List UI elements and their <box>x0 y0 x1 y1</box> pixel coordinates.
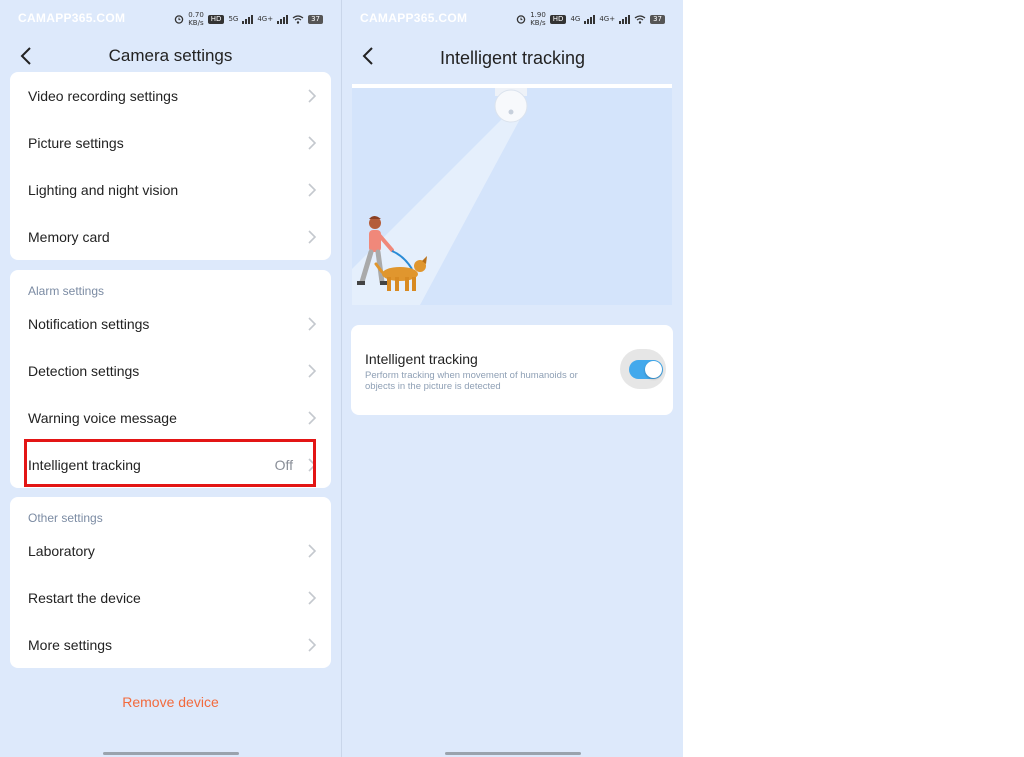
list-item-restart-device[interactable]: Restart the device <box>10 574 331 621</box>
tracking-illustration <box>352 84 672 305</box>
signal-icon <box>584 14 596 24</box>
camera-settings-screen: CAMAPP365.COM 0.70 KB/s HD 5G 4G+ 37 Came… <box>0 0 341 757</box>
hd-badge: HD <box>207 14 225 24</box>
list-item-laboratory[interactable]: Laboratory <box>10 527 331 574</box>
tracking-toggle-card: Intelligent tracking Perform tracking wh… <box>351 325 673 415</box>
other-settings-card: Other settings Laboratory Restart the de… <box>10 497 331 668</box>
alarm-settings-card: Alarm settings Notification settings Det… <box>10 270 331 488</box>
network-label-2: 4G+ <box>599 15 616 23</box>
chevron-right-icon <box>308 88 317 103</box>
page-title: Intelligent tracking <box>439 48 586 68</box>
toggle-title: Intelligent tracking <box>365 351 478 367</box>
page-title: Camera settings <box>108 46 233 65</box>
wifi-icon <box>634 14 646 24</box>
list-item-label: Notification settings <box>28 315 150 332</box>
toggle-description: Perform tracking when movement of humano… <box>365 370 578 392</box>
watermark: CAMAPP365.COM <box>360 11 468 25</box>
network-label: 5G <box>228 15 239 23</box>
list-item-label: Warning voice message <box>28 409 177 426</box>
tracking-illustration-art <box>352 84 672 305</box>
general-settings-card: Video recording settings Picture setting… <box>10 72 331 260</box>
intelligent-tracking-toggle[interactable] <box>629 360 663 379</box>
status-bar: CAMAPP365.COM 1.90 KB/s HD 4G 4G+ 37 <box>342 0 683 34</box>
list-item-label: Laboratory <box>28 542 95 559</box>
list-item-video-recording-settings[interactable]: Video recording settings <box>10 72 331 119</box>
intelligent-tracking-screen: CAMAPP365.COM 1.90 KB/s HD 4G 4G+ 37 Inte… <box>342 0 683 757</box>
chevron-right-icon <box>308 637 317 652</box>
network-label: 4G <box>570 15 581 23</box>
section-header-alarm: Alarm settings <box>28 284 105 298</box>
list-item-memory-card[interactable]: Memory card <box>10 213 331 260</box>
home-indicator[interactable] <box>102 752 239 755</box>
list-item-value: Off <box>274 456 293 473</box>
list-item-notification-settings[interactable]: Notification settings <box>10 300 331 347</box>
list-item-detection-settings[interactable]: Detection settings <box>10 347 331 394</box>
list-item-label: Detection settings <box>28 362 140 379</box>
chevron-right-icon <box>308 590 317 605</box>
signal-icon <box>277 14 289 24</box>
status-bar: CAMAPP365.COM 0.70 KB/s HD 5G 4G+ 37 <box>0 0 341 34</box>
list-item-label: Picture settings <box>28 134 124 151</box>
chevron-right-icon <box>308 363 317 378</box>
speed-readout: 0.70 KB/s <box>188 11 204 27</box>
toggle-knob <box>645 361 662 378</box>
chevron-right-icon <box>308 316 317 331</box>
home-indicator[interactable] <box>444 752 581 755</box>
list-item-intelligent-tracking[interactable]: Intelligent tracking Off <box>10 441 331 488</box>
list-item-more-settings[interactable]: More settings <box>10 621 331 668</box>
list-item-label: More settings <box>28 636 113 653</box>
chevron-right-icon <box>308 410 317 425</box>
camera-icon <box>494 88 528 123</box>
list-item-label: Video recording settings <box>28 87 178 104</box>
chevron-right-icon <box>308 182 317 197</box>
battery-icon: 37 <box>650 14 665 24</box>
alarm-icon <box>174 15 184 24</box>
nav-bar: Camera settings <box>0 36 341 76</box>
chevron-right-icon <box>308 135 317 150</box>
nav-bar: Intelligent tracking <box>342 36 683 76</box>
list-item-picture-settings[interactable]: Picture settings <box>10 119 331 166</box>
watermark: CAMAPP365.COM <box>18 11 126 25</box>
chevron-right-icon <box>308 229 317 244</box>
wifi-icon <box>292 14 304 24</box>
section-header-other: Other settings <box>28 511 103 525</box>
signal-icon <box>242 14 254 24</box>
speed-readout: 1.90 KB/s <box>530 11 546 27</box>
list-item-warning-voice-message[interactable]: Warning voice message <box>10 394 331 441</box>
remove-device-button[interactable]: Remove device <box>0 694 341 710</box>
signal-icon <box>619 14 631 24</box>
list-item-lighting-night-vision[interactable]: Lighting and night vision <box>10 166 331 213</box>
alarm-icon <box>516 15 526 24</box>
network-label-2: 4G+ <box>257 15 274 23</box>
list-item-label: Memory card <box>28 228 110 245</box>
hd-badge: HD <box>549 14 567 24</box>
battery-icon: 37 <box>308 14 323 24</box>
chevron-right-icon <box>308 543 317 558</box>
list-item-label: Restart the device <box>28 589 141 606</box>
list-item-label: Lighting and night vision <box>28 181 179 198</box>
list-item-label: Intelligent tracking <box>28 456 141 473</box>
chevron-right-icon <box>308 457 317 472</box>
